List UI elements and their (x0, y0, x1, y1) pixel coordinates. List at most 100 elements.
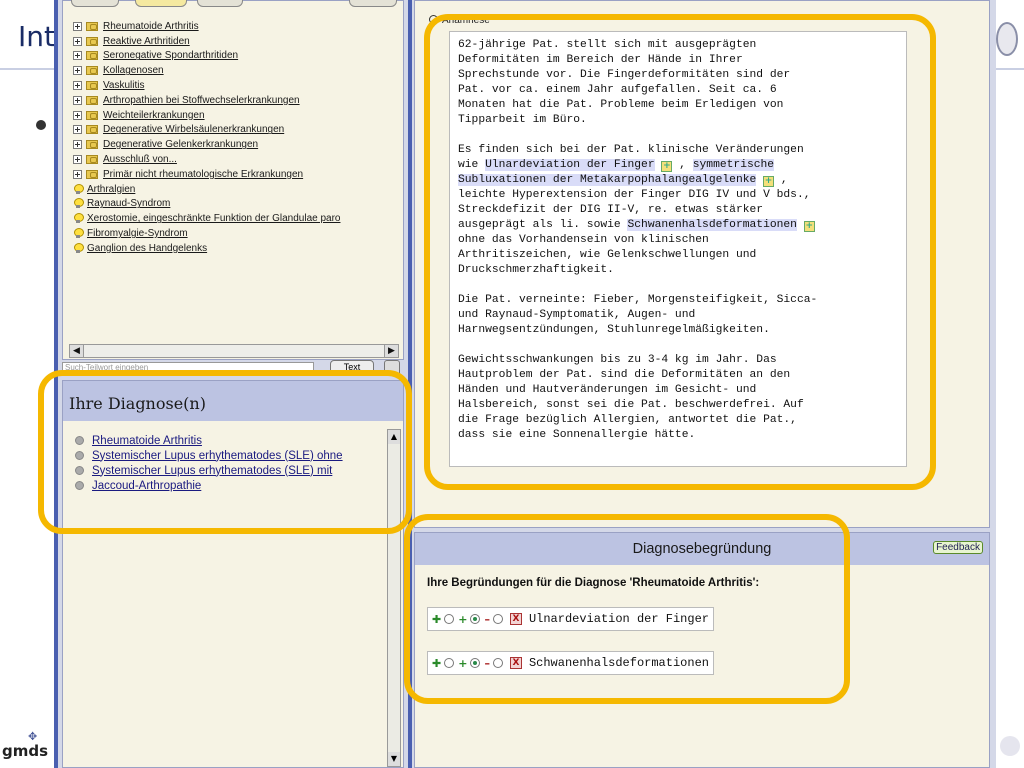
search-input[interactable]: Such-Teilwort eingeben (62, 362, 314, 374)
tree-item-label[interactable]: Degenerative Gelenkerkrankungen (103, 139, 258, 150)
expand-icon[interactable] (73, 51, 82, 61)
tree-item-label[interactable]: Reaktive Arthritiden (103, 36, 190, 47)
tree-item-label[interactable]: Weichteilerkrankungen (103, 110, 205, 121)
tree-item[interactable]: Primär nicht rheumatologische Erkrankung… (73, 167, 403, 182)
expand-icon[interactable] (73, 169, 82, 179)
expand-icon[interactable] (73, 125, 82, 135)
tree-item[interactable]: Reaktive Arthritiden (73, 34, 403, 49)
tree-item[interactable]: Rheumatoide Arthritis (73, 19, 403, 34)
expand-icon[interactable] (73, 140, 82, 150)
tree-item[interactable]: Arthralgien (73, 182, 403, 197)
finding-subluxationen[interactable]: Subluxationen der Metakarpophalangealgel… (458, 174, 757, 186)
expand-icon[interactable] (73, 81, 82, 91)
tree-item[interactable]: Degenerative Gelenkerkrankungen (73, 137, 403, 152)
tree-item[interactable]: Ausschluß von... (73, 152, 403, 167)
finding-symmetrische[interactable]: symmetrische (692, 159, 775, 171)
strong-plus-icon: ✚ (432, 656, 442, 670)
diagnosis-tree-panel: Rheumatoide Arthritis Reaktive Arthritide… (62, 0, 404, 360)
tree-item[interactable]: Ganglion des Handgelenks (73, 241, 403, 256)
minus-icon: – (484, 612, 490, 626)
magnifier-icon[interactable] (429, 15, 438, 24)
tree-item[interactable]: Fibromyalgie-Syndrom (73, 226, 403, 241)
tree-item[interactable]: Vaskulitis (73, 78, 403, 93)
expand-icon[interactable] (73, 21, 82, 31)
folder-icon (86, 81, 98, 91)
plus-icon: + (458, 656, 468, 670)
diagnosis-link[interactable]: Systemischer Lupus erhythematodes (SLE) … (92, 450, 343, 462)
radio-plus[interactable] (470, 658, 481, 668)
toolbar-button-2[interactable] (135, 0, 187, 7)
gmds-logo: gmds (2, 742, 49, 760)
expand-icon[interactable] (73, 66, 82, 76)
strong-plus-icon: ✚ (432, 612, 442, 626)
text-search-button[interactable]: Text (330, 360, 374, 374)
expand-icon[interactable] (73, 110, 82, 120)
tree-horizontal-scrollbar[interactable]: ◀ ▶ (69, 344, 399, 358)
add-finding-icon[interactable]: + (803, 221, 815, 232)
diagnosis-item[interactable]: Systemischer Lupus erhythematodes (SLE) … (75, 463, 395, 478)
toolbar-button-4[interactable] (349, 0, 397, 7)
toolbar-button-1[interactable] (71, 0, 119, 7)
search-icon[interactable] (384, 360, 400, 376)
tree-item[interactable]: Kollagenosen (73, 63, 403, 78)
add-finding-icon[interactable]: + (661, 161, 673, 172)
tree-item-label[interactable]: Raynaud-Syndrom (87, 198, 170, 209)
left-column: Rheumatoide Arthritis Reaktive Arthritide… (58, 0, 408, 768)
radio-strong-plus[interactable] (444, 614, 455, 624)
university-seal-icon (996, 22, 1018, 56)
tree-item-label[interactable]: Kollagenosen (103, 65, 164, 76)
tree-item-label[interactable]: Primär nicht rheumatologische Erkrankung… (103, 169, 303, 180)
diagnoses-list: Rheumatoide Arthritis Systemischer Lupus… (75, 433, 395, 493)
tree-item-label[interactable]: Rheumatoide Arthritis (103, 21, 199, 32)
diagnosis-link[interactable]: Jaccoud-Arthropathie (92, 480, 201, 492)
folder-icon (86, 95, 98, 105)
tree-item-label[interactable]: Arthropathien bei Stoffwechselerkrankung… (103, 95, 300, 106)
tree-item-label[interactable]: Xerostomie, eingeschränkte Funktion der … (87, 213, 340, 224)
tree-item[interactable]: Arthropathien bei Stoffwechselerkrankung… (73, 93, 403, 108)
tree-item-label[interactable]: Fibromyalgie-Syndrom (87, 228, 188, 239)
tree-item-label[interactable]: Arthralgien (87, 184, 135, 195)
bullet-icon (75, 436, 84, 445)
feedback-button[interactable]: Feedback (933, 541, 983, 554)
anamnese-text: 62-jährige Pat. stellt sich mit ausgeprä… (449, 31, 907, 467)
diagnosis-link[interactable]: Rheumatoide Arthritis (92, 435, 202, 447)
add-finding-icon[interactable]: + (763, 176, 775, 187)
radio-minus[interactable] (492, 614, 503, 624)
radio-minus[interactable] (492, 658, 503, 668)
tree-item[interactable]: Raynaud-Syndrom (73, 197, 403, 212)
tree-item-label[interactable]: Ganglion des Handgelenks (87, 243, 207, 254)
diagnoses-vertical-scrollbar[interactable]: ▲ ▼ (387, 429, 401, 767)
radio-strong-plus[interactable] (444, 658, 455, 668)
tree-item[interactable]: Seronegative Spondarthritiden (73, 49, 403, 64)
anamnese-paragraph-4: Gewichtsschwankungen bis zu 3-4 kg im Ja… (458, 354, 804, 441)
diagnoses-title: Ihre Diagnose(n) (63, 381, 403, 421)
expand-icon[interactable] (73, 95, 82, 105)
tree-item[interactable]: Weichteilerkrankungen (73, 108, 403, 123)
expand-icon[interactable] (73, 155, 82, 165)
scroll-right-icon[interactable]: ▶ (384, 345, 398, 357)
remove-reason-icon[interactable]: X (509, 613, 522, 625)
tree-item-label[interactable]: Ausschluß von... (103, 154, 177, 165)
diagnosebegruendung-panel: Diagnosebegründung Feedback Ihre Begründ… (414, 532, 990, 768)
diagnosis-item[interactable]: Systemischer Lupus erhythematodes (SLE) … (75, 448, 395, 463)
slide-title: Int (18, 20, 55, 53)
radio-plus[interactable] (470, 614, 481, 624)
expand-icon[interactable] (73, 36, 82, 46)
diagnosis-item[interactable]: Jaccoud-Arthropathie (75, 478, 395, 493)
remove-reason-icon[interactable]: X (509, 657, 522, 669)
finding-schwanenhals[interactable]: Schwanenhalsdeformationen (627, 219, 797, 231)
finding-ulnardeviation[interactable]: Ulnardeviation der Finger (485, 159, 655, 171)
scroll-up-icon[interactable]: ▲ (388, 430, 400, 444)
tree-item[interactable]: Xerostomie, eingeschränkte Funktion der … (73, 211, 403, 226)
diagnosis-item[interactable]: Rheumatoide Arthritis (75, 433, 395, 448)
diagnosis-link[interactable]: Systemischer Lupus erhythematodes (SLE) … (92, 465, 332, 477)
slide-footer: ✥ gmds (0, 730, 60, 768)
tree-item-label[interactable]: Seronegative Spondarthritiden (103, 50, 238, 61)
tree-item-label[interactable]: Degenerative Wirbelsäulenerkrankungen (103, 124, 284, 135)
toolbar-button-3[interactable] (197, 0, 243, 7)
scroll-down-icon[interactable]: ▼ (388, 752, 400, 766)
bullet-icon (75, 481, 84, 490)
tree-item-label[interactable]: Vaskulitis (103, 80, 145, 91)
scroll-left-icon[interactable]: ◀ (70, 345, 84, 357)
tree-item[interactable]: Degenerative Wirbelsäulenerkrankungen (73, 123, 403, 138)
